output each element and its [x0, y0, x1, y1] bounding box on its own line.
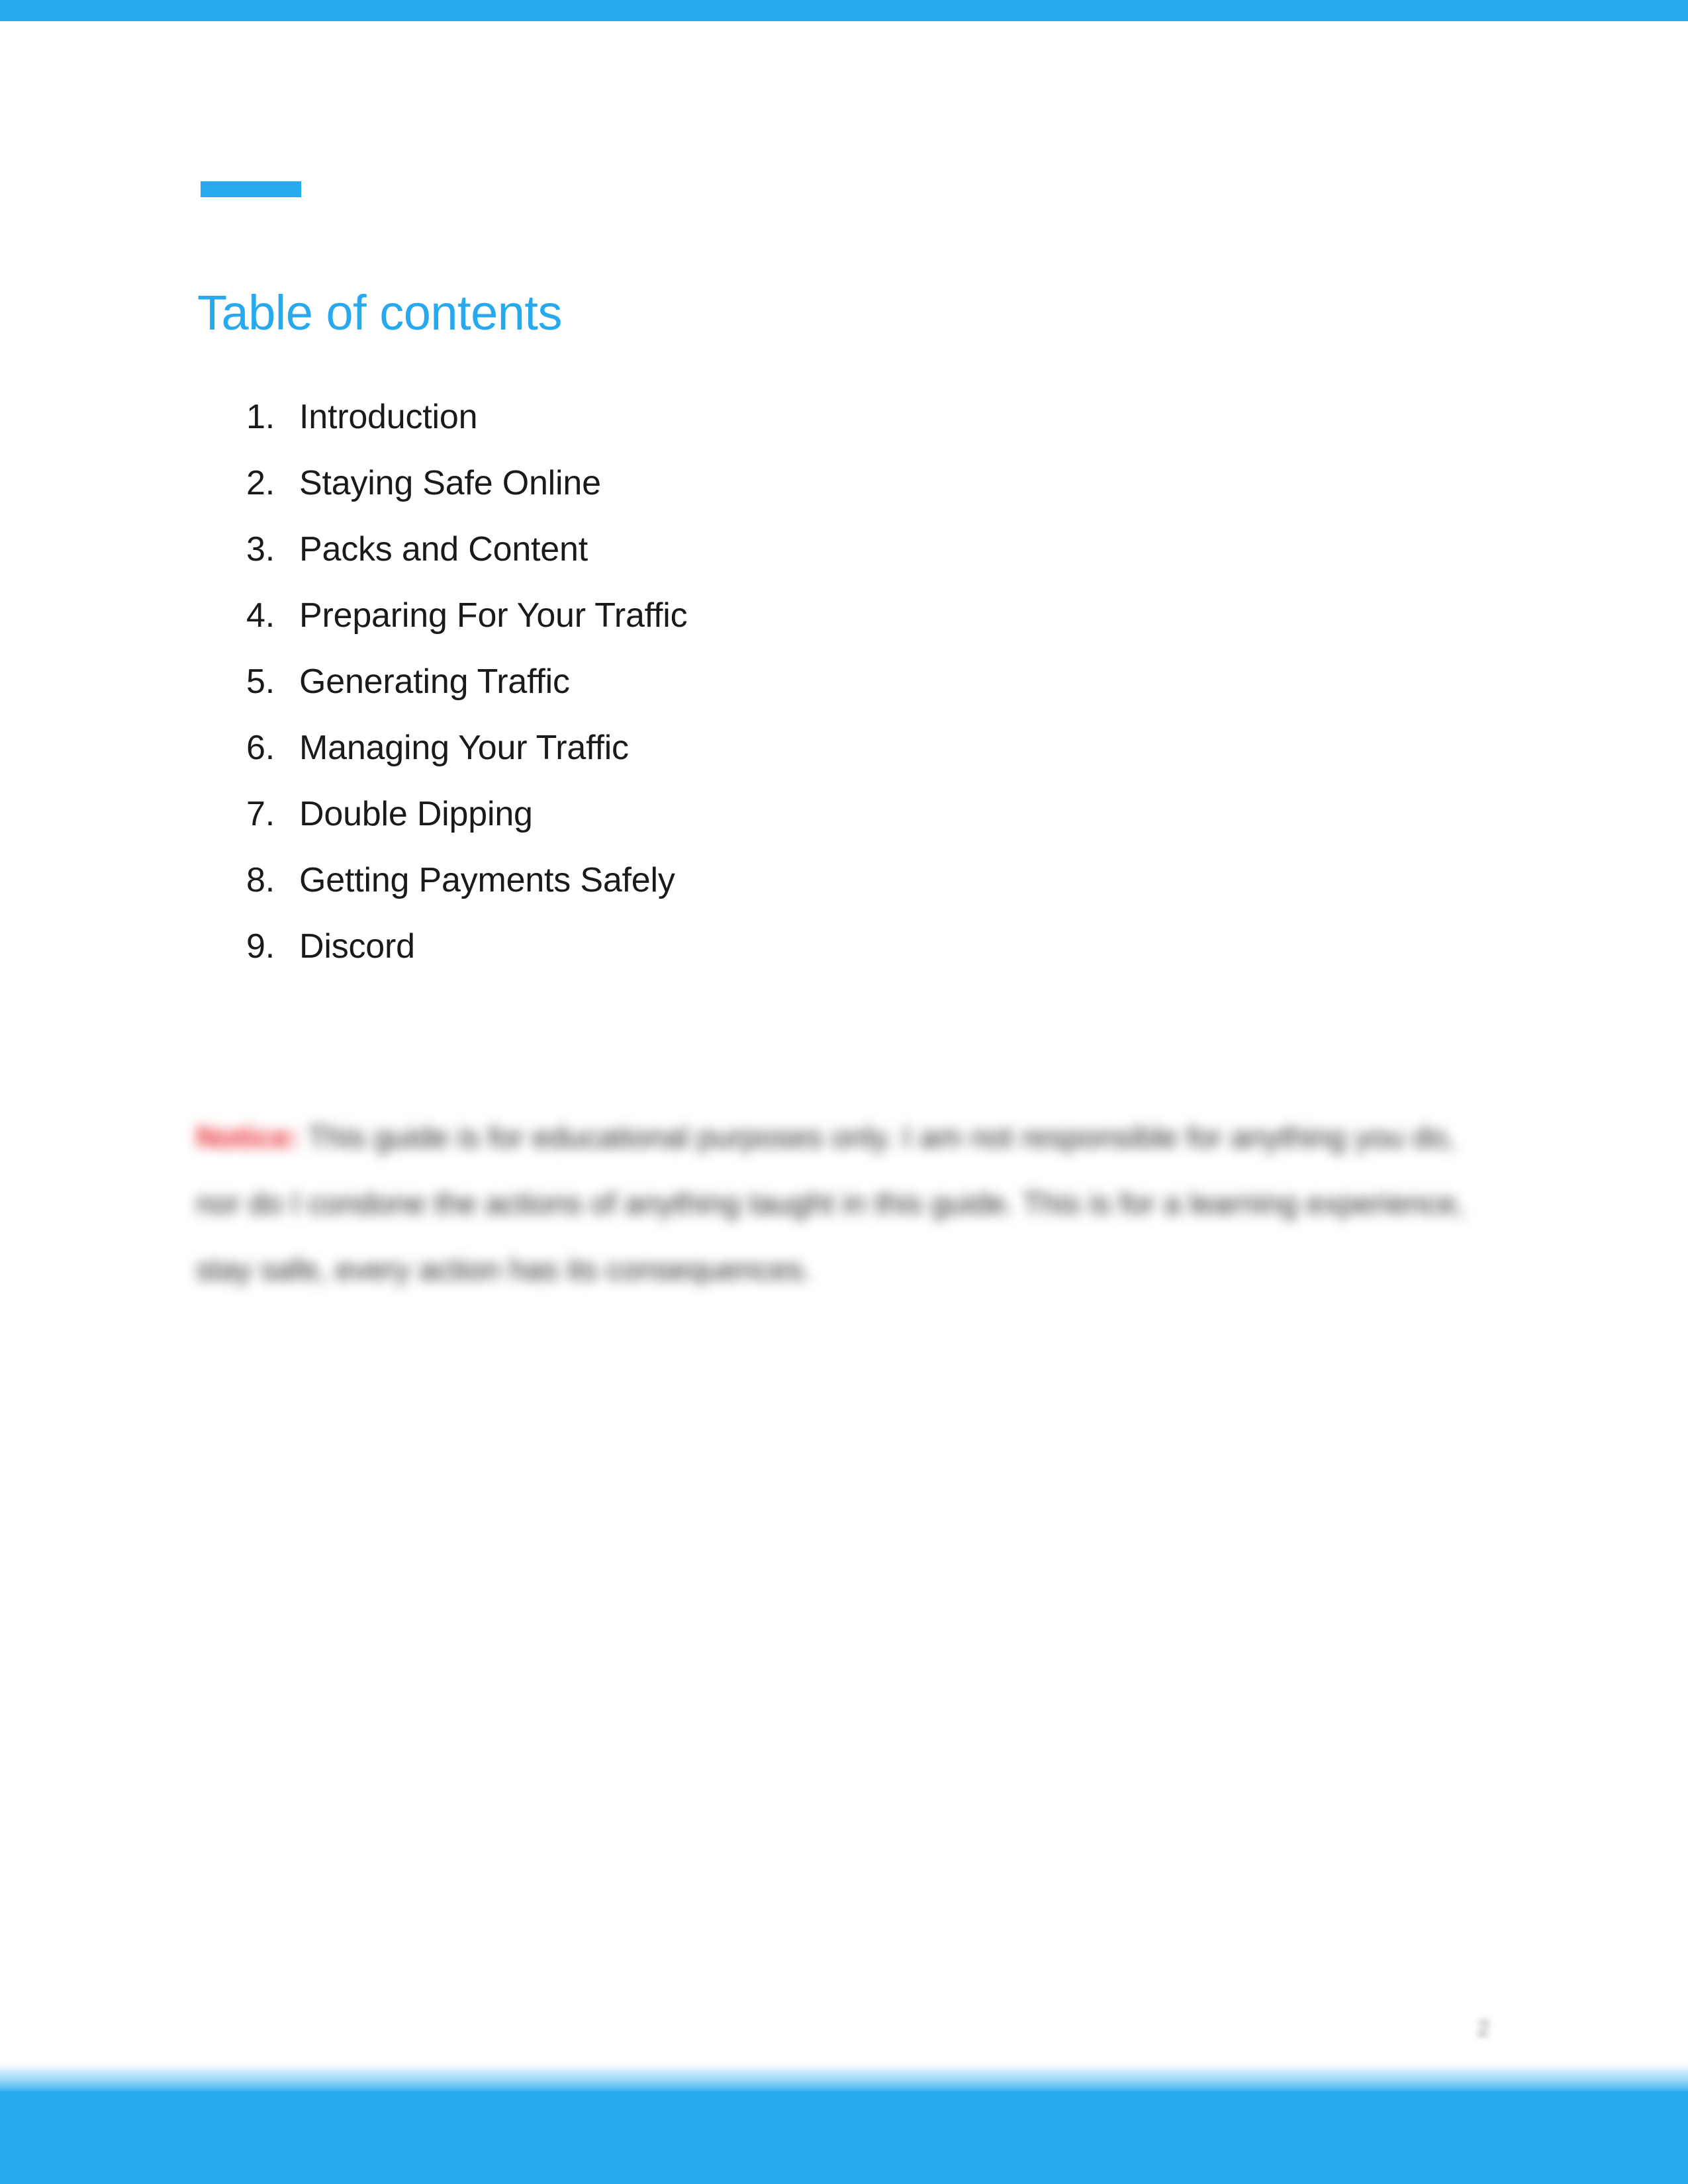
- toc-item-number: 5.: [246, 662, 275, 701]
- toc-item-number: 6.: [246, 729, 275, 767]
- toc-item-number: 2.: [246, 464, 275, 502]
- toc-item-managing-your-traffic[interactable]: 6. Managing Your Traffic: [246, 728, 1305, 794]
- toc-item-packs-and-content[interactable]: 3. Packs and Content: [246, 529, 1305, 596]
- table-of-contents-list: 1. Introduction 2. Staying Safe Online 3…: [246, 397, 1305, 993]
- toc-item-label: Staying Safe Online: [299, 464, 601, 502]
- page-number: 2: [1477, 2016, 1490, 2041]
- toc-item-label: Discord: [299, 927, 415, 966]
- accent-dash: [201, 181, 301, 197]
- notice-body: This guide is for educational purposes o…: [196, 1120, 1465, 1287]
- page-title: Table of contents: [197, 285, 562, 340]
- toc-item-label: Managing Your Traffic: [299, 729, 629, 767]
- toc-item-discord[interactable]: 9. Discord: [246, 927, 1305, 993]
- toc-item-number: 3.: [246, 530, 275, 569]
- toc-item-double-dipping[interactable]: 7. Double Dipping: [246, 794, 1305, 860]
- toc-item-introduction[interactable]: 1. Introduction: [246, 397, 1305, 463]
- toc-item-staying-safe-online[interactable]: 2. Staying Safe Online: [246, 463, 1305, 529]
- toc-item-number: 8.: [246, 861, 275, 899]
- toc-item-number: 7.: [246, 795, 275, 833]
- document-page: Table of contents 1. Introduction 2. Sta…: [0, 0, 1688, 2184]
- toc-item-number: 9.: [246, 927, 275, 966]
- notice-paragraph: Notice: This guide is for educational pu…: [196, 1104, 1493, 1302]
- toc-item-label: Introduction: [299, 398, 478, 436]
- top-brand-bar: [0, 0, 1688, 21]
- toc-item-label: Getting Payments Safely: [299, 861, 675, 899]
- toc-item-number: 1.: [246, 398, 275, 436]
- toc-item-number: 4.: [246, 596, 275, 635]
- toc-item-label: Packs and Content: [299, 530, 588, 569]
- toc-item-getting-payments-safely[interactable]: 8. Getting Payments Safely: [246, 860, 1305, 927]
- toc-item-generating-traffic[interactable]: 5. Generating Traffic: [246, 662, 1305, 728]
- toc-item-label: Double Dipping: [299, 795, 533, 833]
- toc-item-preparing-for-your-traffic[interactable]: 4. Preparing For Your Traffic: [246, 596, 1305, 662]
- toc-item-label: Generating Traffic: [299, 662, 570, 701]
- notice-label: Notice:: [196, 1120, 300, 1154]
- toc-item-label: Preparing For Your Traffic: [299, 596, 688, 635]
- bottom-brand-bar: [0, 2064, 1688, 2184]
